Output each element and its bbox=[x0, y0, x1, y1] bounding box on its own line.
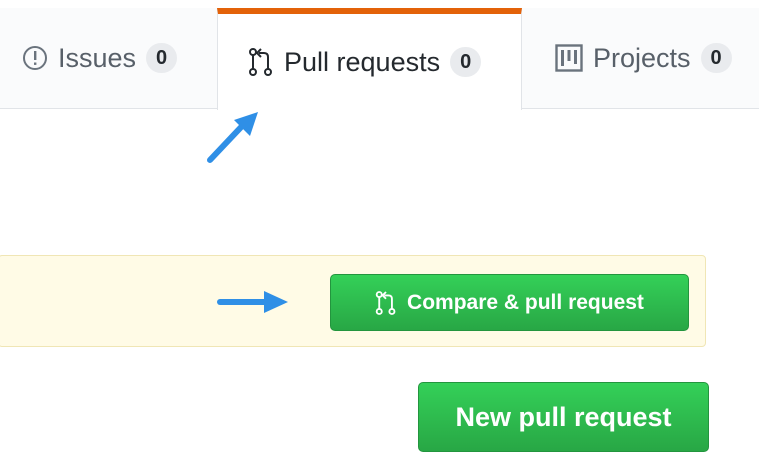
annotation-arrow-icon bbox=[207, 112, 258, 163]
compare-pull-request-button[interactable]: Compare & pull request bbox=[330, 274, 689, 331]
annotation-arrow-icon bbox=[217, 291, 288, 313]
tab-pull-requests[interactable]: Pull requests 0 bbox=[217, 8, 522, 110]
git-pull-request-icon bbox=[248, 47, 274, 77]
new-pull-request-button[interactable]: New pull request bbox=[418, 382, 709, 452]
compare-pull-request-label: Compare & pull request bbox=[407, 290, 644, 314]
tab-pull-requests-counter: 0 bbox=[450, 47, 482, 77]
tab-projects-label: Projects bbox=[593, 42, 691, 73]
issue-icon bbox=[22, 45, 48, 71]
tab-pull-requests-label: Pull requests bbox=[284, 46, 441, 77]
repo-nav-tabs: Issues 0 Pull requests 0 Projects 0 bbox=[0, 8, 759, 110]
tab-issues[interactable]: Issues 0 bbox=[22, 8, 178, 108]
new-pull-request-label: New pull request bbox=[455, 401, 672, 432]
tab-projects-counter: 0 bbox=[700, 43, 732, 73]
tab-issues-counter: 0 bbox=[146, 43, 178, 73]
tab-projects[interactable]: Projects 0 bbox=[555, 8, 732, 108]
git-pull-request-icon bbox=[375, 290, 397, 316]
tab-issues-label: Issues bbox=[58, 42, 137, 73]
project-icon bbox=[555, 44, 583, 72]
